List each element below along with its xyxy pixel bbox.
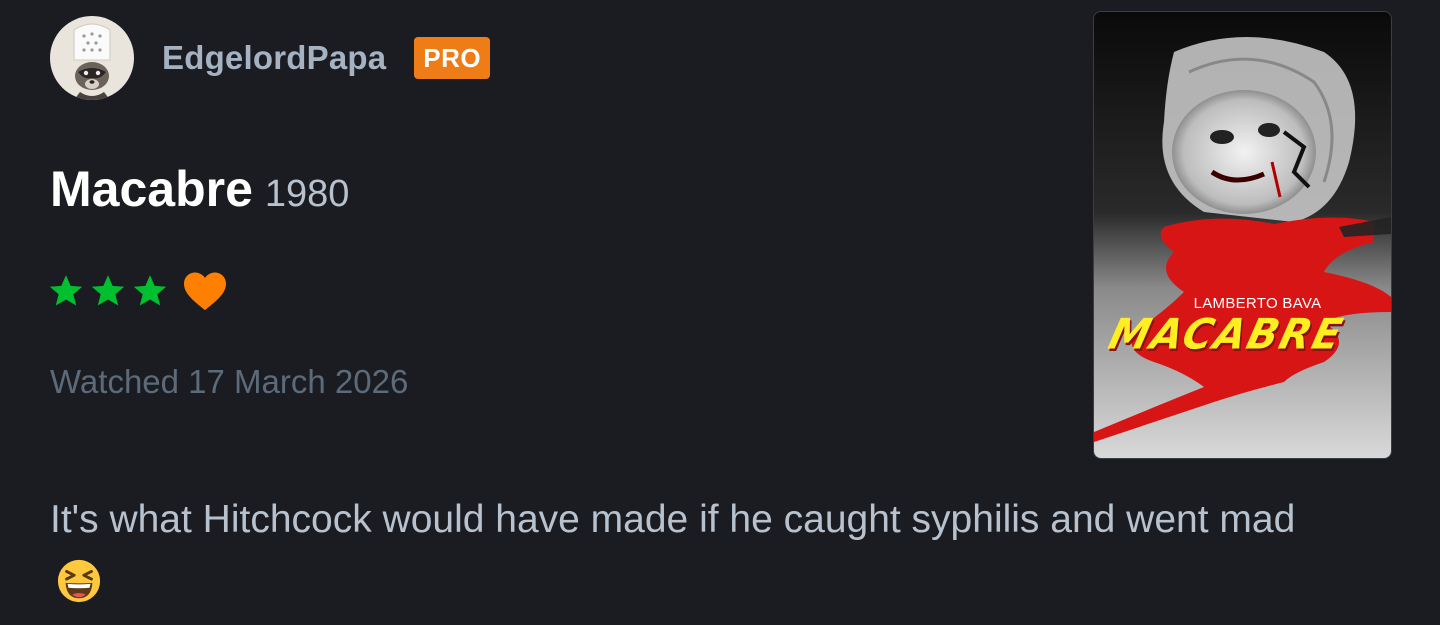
star-icon [49, 275, 83, 306]
raccoon-chef-avatar-icon [50, 16, 134, 100]
poster-director-credit: LAMBERTO BAVA [1193, 295, 1322, 312]
pro-badge: PRO [414, 37, 491, 79]
star-icon [133, 275, 167, 306]
film-poster[interactable]: LAMBERTO BAVA MACABRE [1094, 12, 1391, 458]
poster-title: MACABRE [1103, 310, 1349, 360]
star-icon [91, 275, 125, 306]
heart-icon [184, 272, 226, 311]
review-body: It's what Hitchcock would have made if h… [50, 498, 1296, 541]
review-text: It's what Hitchcock would have made if h… [50, 488, 1340, 616]
username-link[interactable]: EdgelordPapa [162, 39, 386, 77]
review-header: EdgelordPapa PRO [50, 15, 491, 101]
film-title-row: Macabre 1980 [50, 160, 349, 218]
poster-artwork [1094, 12, 1391, 458]
rating [48, 268, 228, 314]
watched-date: Watched 17 March 2026 [50, 363, 409, 400]
film-year-link[interactable]: 1980 [265, 173, 350, 216]
grinning-squinting-face-icon [57, 559, 101, 603]
film-title-link[interactable]: Macabre [50, 160, 253, 218]
user-avatar[interactable] [50, 16, 134, 100]
